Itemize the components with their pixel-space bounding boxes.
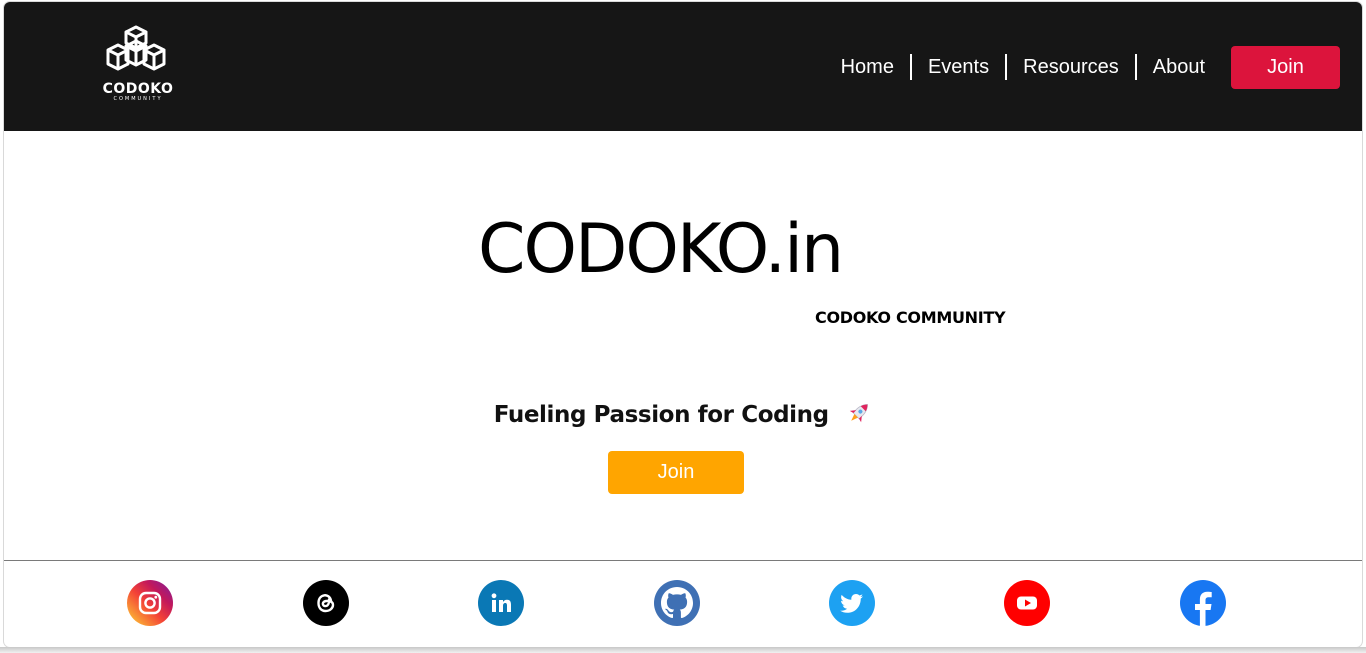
facebook-icon[interactable]	[1180, 580, 1226, 626]
nav-about[interactable]: About	[1134, 54, 1221, 80]
logo-text: CODOKO	[102, 81, 174, 97]
github-icon[interactable]	[654, 580, 700, 626]
threads-icon[interactable]	[303, 580, 349, 626]
youtube-icon[interactable]	[1004, 580, 1050, 626]
instagram-icon[interactable]	[127, 580, 173, 626]
linkedin-icon[interactable]	[478, 580, 524, 626]
tagline-text: Fueling Passion for Coding	[493, 402, 829, 428]
footer-divider	[4, 560, 1362, 561]
cubes-logo-icon	[106, 25, 166, 71]
rocket-icon	[846, 400, 872, 432]
nav-resources[interactable]: Resources	[1005, 54, 1135, 80]
navbar: CODOKO COMMUNITY Home Events Resources A…	[4, 2, 1362, 131]
nav-events[interactable]: Events	[909, 54, 1005, 80]
brand-subtitle: CODOKO COMMUNITY	[815, 308, 1006, 327]
header-join-button[interactable]: Join	[1231, 45, 1340, 89]
twitter-icon[interactable]	[829, 580, 875, 626]
logo[interactable]: CODOKO COMMUNITY	[78, 24, 178, 104]
window-bottom-edge	[0, 647, 1366, 653]
nav-menu: Home Events Resources About Join	[825, 45, 1340, 89]
page-frame: CODOKO COMMUNITY Home Events Resources A…	[4, 2, 1362, 647]
hero-join-button[interactable]: Join	[608, 451, 744, 494]
tagline: Fueling Passion for Coding	[4, 400, 1362, 432]
brand-title: CODOKO.in	[478, 210, 844, 289]
nav-home[interactable]: Home	[825, 54, 910, 80]
logo-subtext: COMMUNITY	[113, 96, 163, 102]
